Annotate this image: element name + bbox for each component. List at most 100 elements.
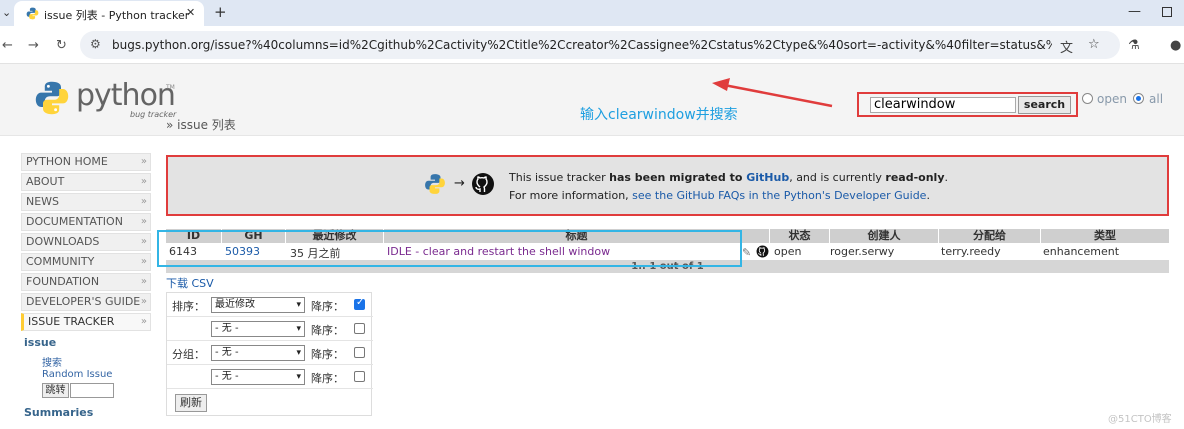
sort-label: 排序： [172,300,205,313]
breadcrumb: » issue 列表 [166,118,236,132]
cell-creator: roger.serwy [830,245,895,258]
python-logo-icon[interactable] [34,80,70,116]
desc-label: 降序： [311,300,344,313]
group-select-2[interactable]: - 无 - ▾ [211,369,305,385]
sidebar-link-random-issue[interactable]: Random Issue [42,369,112,380]
minimize-icon[interactable]: — [1128,4,1141,19]
new-tab-icon[interactable]: + [214,3,227,21]
tab-title: issue 列表 - Python tracker [44,9,190,22]
logo-trademark: TM [166,84,175,91]
group-desc-checkbox-2[interactable] [354,371,365,382]
browser-tab-bar: ⌄ issue 列表 - Python tracker ✕ + — [0,0,1184,26]
github-icon[interactable] [756,245,769,258]
radio-open[interactable] [1082,93,1093,104]
notice-line-2: For more information, see the GitHub FAQ… [509,189,930,202]
maximize-icon[interactable] [1162,7,1172,17]
tab-list-chevron-icon[interactable]: ⌄ [2,6,11,19]
sidebar-item-documentation[interactable]: DOCUMENTATION» [21,213,151,231]
sidebar-item-developers-guide[interactable]: DEVELOPER'S GUIDE» [21,293,151,311]
search-button[interactable]: search [1018,96,1071,114]
site-info-icon[interactable]: ⚙ [90,37,101,51]
chevron-down-icon: ▾ [296,300,301,310]
sort-row-2: - 无 - ▾ 降序： [167,317,373,341]
sidebar-item-about[interactable]: ABOUT» [21,173,151,191]
notice-line-1: This issue tracker has been migrated to … [509,171,948,184]
profile-icon[interactable]: ● [1170,38,1181,53]
sort-group-form: 排序： 最近修改▾ 降序： - 无 -▾ 降序： 分组： - 无 -▾ 降序： … [166,292,373,416]
sidebar-item-community[interactable]: COMMUNITY» [21,253,151,271]
chevron-down-icon: ▾ [296,372,301,382]
chevron-right-icon: » [140,316,147,327]
sidebar-section-issue: issue [24,336,57,349]
chevron-right-icon: » [140,276,147,287]
result-highlight-box [157,230,742,267]
sort-select-1[interactable]: 最近修改 ▾ [211,297,305,313]
column-header-status[interactable]: 状态 [769,229,829,243]
chevron-right-icon: » [140,216,147,227]
jump-button[interactable]: 跳转 [42,383,69,398]
github-link[interactable]: GitHub [746,171,789,184]
desc-label: 降序： [311,372,344,385]
cell-type: enhancement [1043,245,1120,258]
column-header-type[interactable]: 类型 [1040,229,1169,243]
sidebar-item-python-home[interactable]: PYTHON HOME» [21,153,151,171]
labs-flask-icon[interactable]: ⚗ [1128,38,1140,53]
desc-label: 降序： [311,348,344,361]
chevron-down-icon: ▾ [296,348,301,358]
tab-close-icon[interactable]: ✕ [186,6,195,19]
radio-all[interactable] [1133,93,1144,104]
url-text: bugs.python.org/issue?%40columns=id%2Cgi… [112,38,1052,52]
sort-desc-checkbox-2[interactable] [354,323,365,334]
address-bar[interactable]: ⚙ bugs.python.org/issue?%40columns=id%2C… [80,31,1120,59]
browser-toolbar: ← → ↻ ⚙ bugs.python.org/issue?%40columns… [0,26,1184,64]
sidebar-item-news[interactable]: NEWS» [21,193,151,211]
group-row-1: 分组： - 无 - ▾ 降序： [167,341,373,365]
cell-status: open [774,245,802,258]
site-header: python TM bug tracker » issue 列表 输入clear… [0,64,1184,136]
radio-all-label: all [1149,92,1164,106]
github-logo-icon [472,173,494,195]
arrow-right-icon: → [454,176,465,191]
column-header-creator[interactable]: 创建人 [829,229,938,243]
cell-assignee: terry.reedy [941,245,1001,258]
desc-label: 降序： [311,324,344,337]
translate-icon[interactable]: 文 [1060,37,1073,56]
chevron-right-icon: » [140,156,147,167]
sidebar-link-search[interactable]: 搜索 [42,354,62,369]
github-faq-link[interactable]: see the GitHub FAQs in the Python's Deve… [632,189,926,202]
bookmark-star-icon[interactable]: ☆ [1088,37,1100,52]
sort-select-2[interactable]: - 无 - ▾ [211,321,305,337]
group-row-2: - 无 - ▾ 降序： [167,365,373,389]
reload-icon[interactable]: ↻ [56,38,67,53]
sidebar-menu: PYTHON HOME» ABOUT» NEWS» DOCUMENTATION»… [21,153,151,333]
chevron-down-icon: ▾ [296,324,301,334]
sort-row-1: 排序： 最近修改 ▾ 降序： [167,293,373,317]
chevron-right-icon: » [140,296,147,307]
group-select-1[interactable]: - 无 - ▾ [211,345,305,361]
sidebar-item-foundation[interactable]: FOUNDATION» [21,273,151,291]
annotation-arrow-icon [712,78,833,108]
watermark: @51CTO博客 [1108,414,1172,425]
sort-desc-checkbox-1[interactable] [354,297,365,310]
jump-input[interactable] [70,383,114,398]
migration-notice: → This issue tracker has been migrated t… [166,155,1169,216]
python-favicon-icon [26,7,39,20]
refresh-button[interactable]: 刷新 [175,394,207,412]
group-label: 分组： [172,348,205,361]
group-desc-checkbox-1[interactable] [354,347,365,358]
search-input[interactable]: clearwindow [870,97,1016,113]
chevron-right-icon: » [140,256,147,267]
browser-tab[interactable]: issue 列表 - Python tracker ✕ [14,1,204,26]
attachment-icon: ✎ [742,246,752,259]
search-highlight-box: clearwindow search [857,92,1078,117]
logo-wordmark: python [76,78,176,113]
column-header-assignee[interactable]: 分配给 [938,229,1040,243]
back-icon[interactable]: ← [2,38,13,53]
chevron-right-icon: » [140,176,147,187]
download-csv-link[interactable]: 下载 CSV [166,275,214,291]
python-logo-icon [425,174,445,194]
forward-icon[interactable]: → [28,38,39,53]
radio-open-label: open [1097,92,1127,106]
sidebar-item-issue-tracker[interactable]: ISSUE TRACKER» [21,313,151,331]
sidebar-item-downloads[interactable]: DOWNLOADS» [21,233,151,251]
